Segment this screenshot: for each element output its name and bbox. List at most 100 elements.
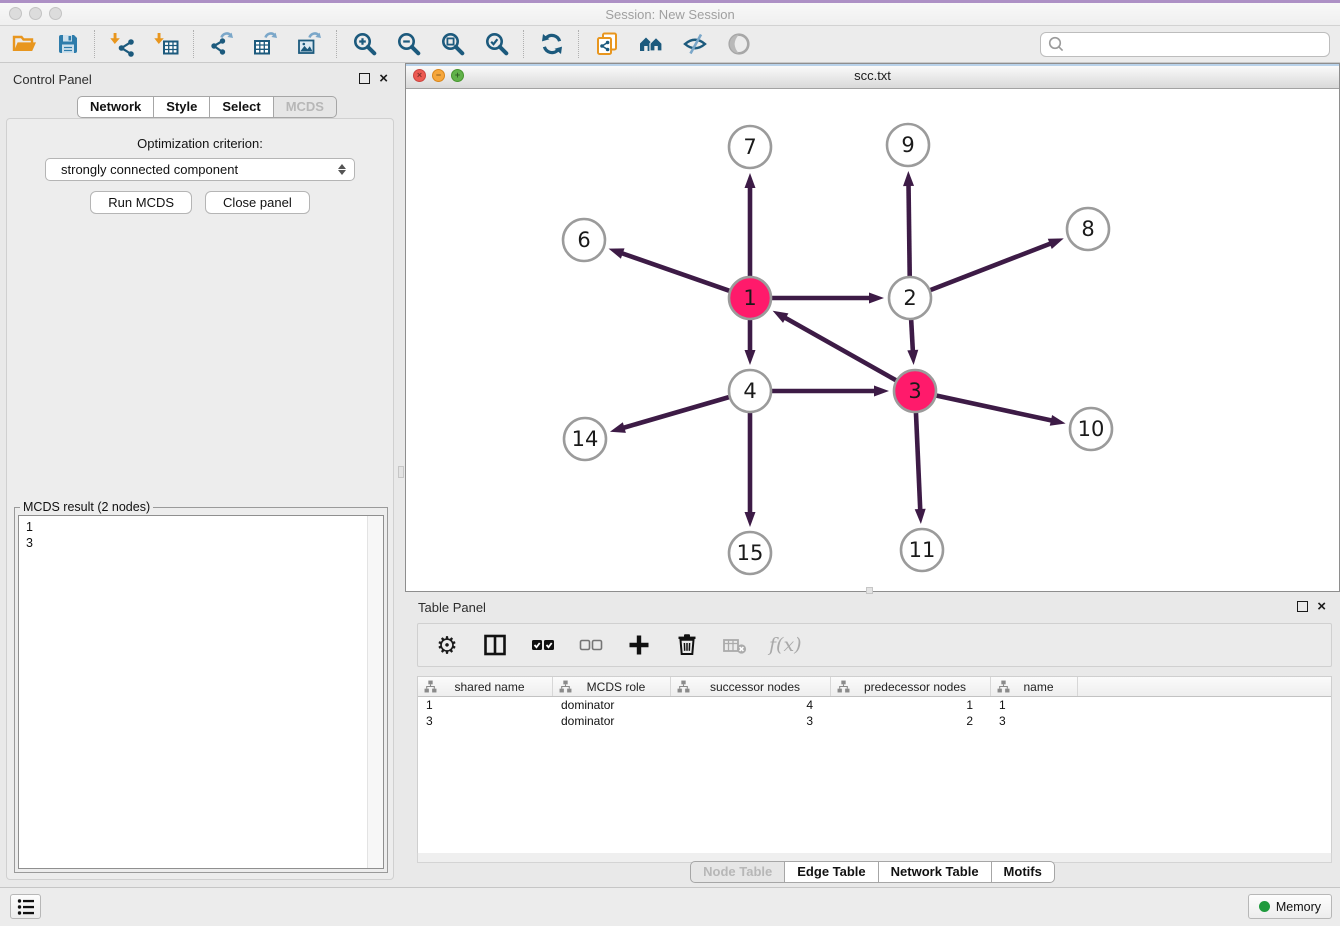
column-type-icon <box>677 680 690 693</box>
edge-arrowhead <box>610 422 626 433</box>
graph-node-label: 2 <box>903 286 916 310</box>
show-panels-button[interactable] <box>10 894 41 919</box>
table-cell[interactable]: dominator <box>553 713 671 729</box>
status-bar: Memory <box>0 887 1340 926</box>
table-row[interactable]: 1dominator411 <box>418 697 1331 713</box>
import-table-icon <box>154 31 180 57</box>
column-header-name[interactable]: name <box>991 677 1078 696</box>
network-window-titlebar[interactable]: × − + scc.txt <box>406 64 1339 89</box>
graph-edge-2-9[interactable] <box>909 184 910 277</box>
search-input[interactable] <box>1065 36 1323 53</box>
close-panel-button[interactable]: Close panel <box>205 191 310 214</box>
svg-text:⚙: ⚙ <box>436 632 458 658</box>
first-neighbors-button[interactable] <box>637 31 664 58</box>
graph-edge-3-1[interactable] <box>784 317 897 381</box>
edge-arrowhead <box>874 386 889 397</box>
table-cell[interactable]: 3 <box>418 713 553 729</box>
graph-edge-1-6[interactable] <box>621 253 730 291</box>
table-cell[interactable]: 3 <box>671 713 831 729</box>
tab-network-table[interactable]: Network Table <box>878 861 992 883</box>
node-table: shared name MCDS role successor nodes pr… <box>417 676 1332 855</box>
graph-edge-2-8[interactable] <box>930 243 1052 290</box>
open-file-button[interactable] <box>10 31 37 58</box>
zoom-in-button[interactable] <box>351 31 378 58</box>
table-cell[interactable]: dominator <box>553 697 671 713</box>
table-cell[interactable]: 1 <box>991 697 1078 713</box>
export-table-button[interactable] <box>252 31 279 58</box>
birds-eye-view-button[interactable] <box>725 31 752 58</box>
network-file-title: scc.txt <box>406 68 1339 83</box>
tab-motifs[interactable]: Motifs <box>991 861 1055 883</box>
column-type-icon <box>837 680 850 693</box>
copy-network-button[interactable] <box>593 31 620 58</box>
zoom-out-button[interactable] <box>395 31 422 58</box>
graph-edge-2-3[interactable] <box>911 319 913 352</box>
mcds-action-buttons: Run MCDS Close panel <box>7 191 393 214</box>
tab-node-table[interactable]: Node Table <box>690 861 785 883</box>
graph-node-label: 1 <box>743 286 756 310</box>
table-cell[interactable]: 3 <box>991 713 1078 729</box>
graph-node-label: 15 <box>737 541 764 565</box>
export-image-button[interactable] <box>296 31 323 58</box>
table-cell[interactable]: 2 <box>831 713 991 729</box>
add-column-button[interactable] <box>625 632 652 659</box>
hide-graphics-details-button[interactable] <box>681 31 708 58</box>
network-canvas[interactable]: 7968124314101511 <box>406 89 1339 591</box>
column-header-MCDS-role[interactable]: MCDS role <box>553 677 671 696</box>
criterion-dropdown[interactable]: strongly connected component <box>45 158 355 181</box>
tab-network[interactable]: Network <box>77 96 154 118</box>
refresh-button[interactable] <box>538 31 565 58</box>
memory-button[interactable]: Memory <box>1248 894 1332 919</box>
graph-node-label: 7 <box>743 135 756 159</box>
function-builder-button: f(x) <box>769 634 802 656</box>
edge-arrowhead <box>609 248 625 258</box>
close-table-panel-icon[interactable]: × <box>1317 601 1326 612</box>
graph-edge-3-11[interactable] <box>916 412 920 511</box>
tab-select[interactable]: Select <box>209 96 273 118</box>
export-image-icon <box>297 31 323 57</box>
tab-edge-table[interactable]: Edge Table <box>784 861 878 883</box>
search-box[interactable] <box>1040 32 1330 57</box>
save-session-button[interactable] <box>54 31 81 58</box>
close-panel-icon[interactable]: × <box>379 73 388 84</box>
table-cell[interactable]: 1 <box>418 697 553 713</box>
export-network-button[interactable] <box>208 31 235 58</box>
table-toolbar: ⚙ f(x) <box>417 623 1332 667</box>
column-header-shared-name[interactable]: shared name <box>418 677 553 696</box>
column-header-predecessor-nodes[interactable]: predecessor nodes <box>831 677 991 696</box>
column-type-icon <box>424 680 437 693</box>
graph-edge-3-10[interactable] <box>936 395 1053 420</box>
import-table-button[interactable] <box>153 31 180 58</box>
tab-mcds[interactable]: MCDS <box>273 96 337 118</box>
zoom-fit-button[interactable] <box>439 31 466 58</box>
run-mcds-button[interactable]: Run MCDS <box>90 191 192 214</box>
result-scrollbar[interactable] <box>367 516 383 868</box>
deselect-all-button[interactable] <box>577 632 604 659</box>
main-titlebar: Session: New Session <box>0 3 1340 26</box>
edge-arrowhead <box>745 512 756 527</box>
float-panel-icon[interactable] <box>359 73 370 84</box>
settings-gear-button[interactable]: ⚙ <box>433 632 460 659</box>
edge-arrowhead <box>745 350 756 365</box>
first-neighbors-icon <box>638 31 664 57</box>
delete-column-button[interactable] <box>673 632 700 659</box>
tab-style[interactable]: Style <box>153 96 210 118</box>
graph-edge-4-14[interactable] <box>622 397 729 428</box>
graph-node-label: 3 <box>908 379 921 403</box>
table-cell[interactable]: 1 <box>831 697 991 713</box>
table-panel-tabs: Node TableEdge TableNetwork TableMotifs <box>405 861 1340 883</box>
toolbar-group <box>538 31 565 58</box>
memory-status-icon <box>1259 901 1270 912</box>
graph-node-label: 6 <box>577 228 590 252</box>
vertical-splitter-grip[interactable] <box>398 466 404 478</box>
toggle-columns-button[interactable] <box>481 632 508 659</box>
column-header-successor-nodes[interactable]: successor nodes <box>671 677 831 696</box>
import-network-button[interactable] <box>109 31 136 58</box>
control-panel: Control Panel × NetworkStyleSelectMCDS O… <box>0 63 400 888</box>
select-all-button[interactable] <box>529 632 556 659</box>
float-table-panel-icon[interactable] <box>1297 601 1308 612</box>
table-cell[interactable]: 4 <box>671 697 831 713</box>
table-row[interactable]: 3dominator323 <box>418 713 1331 729</box>
zoom-selected-button[interactable] <box>483 31 510 58</box>
export-network-icon <box>209 31 235 57</box>
